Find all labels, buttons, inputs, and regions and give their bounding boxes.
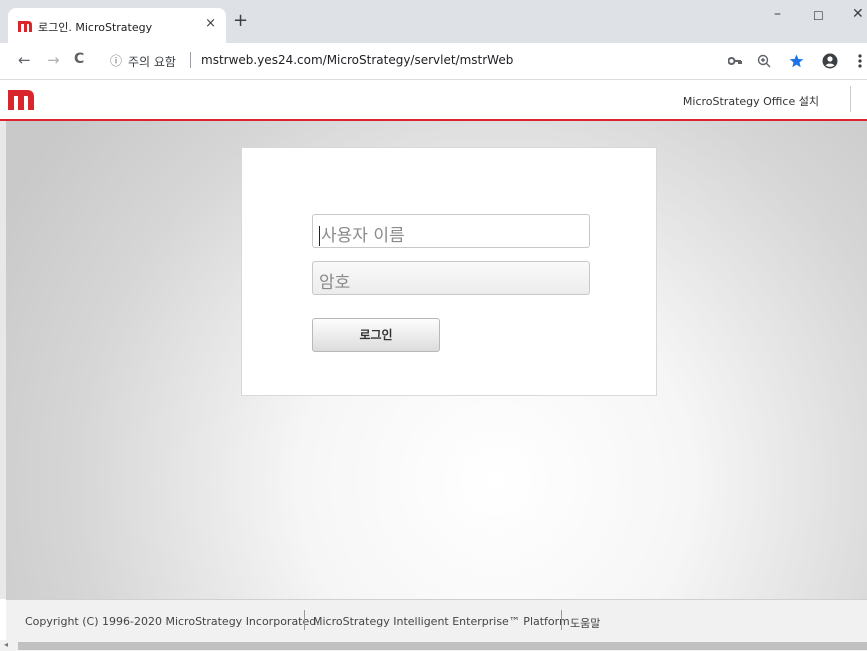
maximize-button[interactable]: ☐ — [813, 9, 824, 23]
login-background: 사용자 이름 암호 로그인 — [6, 121, 867, 599]
forward-button[interactable]: → — [47, 51, 60, 69]
browser-tab[interactable]: 로그인. MicroStrategy × — [8, 8, 226, 43]
address-bar[interactable]: ⓘ 주의 요함 mstrweb.yes24.com/MicroStrategy/… — [100, 48, 820, 74]
url-text[interactable]: mstrweb.yes24.com/MicroStrategy/servlet/… — [201, 53, 513, 67]
new-tab-button[interactable]: + — [233, 10, 248, 31]
scroll-left-icon[interactable]: ◂ — [4, 640, 8, 649]
username-placeholder: 사용자 이름 — [321, 226, 405, 246]
browser-tab-strip: 로그인. MicroStrategy × + – ☐ ✕ — [0, 0, 867, 43]
tab-title: 로그인. MicroStrategy — [38, 21, 153, 34]
platform-text: MicroStrategy Intelligent Enterprise™ Pl… — [313, 615, 570, 628]
close-window-button[interactable]: ✕ — [852, 6, 864, 22]
info-icon[interactable]: ⓘ — [110, 52, 122, 69]
minimize-button[interactable]: – — [774, 6, 781, 22]
password-placeholder: 암호 — [319, 273, 351, 293]
account-icon[interactable] — [822, 53, 838, 69]
security-warning[interactable]: 주의 요함 — [128, 53, 176, 70]
copyright-text: Copyright (C) 1996-2020 MicroStrategy In… — [25, 615, 320, 628]
microstrategy-favicon-icon — [18, 21, 32, 32]
scrollbar-thumb[interactable] — [18, 642, 867, 650]
back-button[interactable]: ← — [18, 51, 31, 69]
help-link[interactable]: 도움말 — [570, 615, 600, 631]
text-caret — [319, 226, 320, 246]
footer-divider — [304, 610, 305, 630]
login-button[interactable]: 로그인 — [312, 318, 440, 352]
password-field[interactable]: 암호 — [312, 261, 590, 295]
horizontal-scrollbar[interactable]: ◂ — [0, 640, 867, 651]
tab-close-icon[interactable]: × — [205, 16, 216, 31]
app-header: MicroStrategy Office 설치 — [0, 80, 867, 121]
browser-toolbar: ← → C ⓘ 주의 요함 mstrweb.yes24.com/MicroStr… — [0, 43, 867, 80]
star-icon[interactable] — [789, 54, 804, 68]
reload-button[interactable]: C — [74, 51, 84, 67]
footer-divider — [561, 610, 562, 630]
username-field[interactable]: 사용자 이름 — [312, 214, 590, 248]
menu-icon[interactable] — [858, 54, 862, 68]
header-divider — [850, 86, 851, 112]
footer: Copyright (C) 1996-2020 MicroStrategy In… — [6, 599, 867, 641]
office-install-link[interactable]: MicroStrategy Office 설치 — [683, 93, 819, 109]
address-separator — [190, 52, 191, 68]
login-card: 사용자 이름 암호 로그인 — [241, 147, 657, 396]
key-icon[interactable] — [728, 57, 742, 65]
microstrategy-logo-icon[interactable] — [8, 86, 34, 110]
zoom-icon[interactable] — [757, 54, 771, 68]
